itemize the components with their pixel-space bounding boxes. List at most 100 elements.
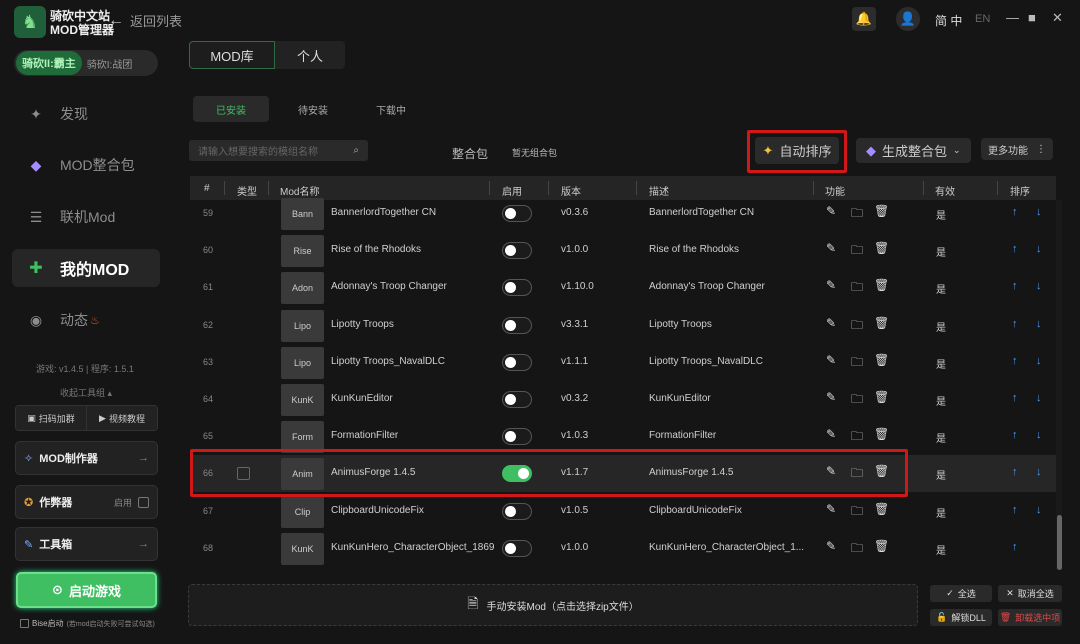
folder-icon[interactable]: 🗀 — [851, 390, 863, 411]
edit-icon[interactable]: ✎ — [826, 539, 836, 553]
move-up-icon[interactable]: ↑ — [1012, 541, 1018, 553]
move-down-icon[interactable]: ↓ — [1036, 466, 1042, 478]
table-row[interactable]: 62 Lipo Lipotty Troops v3.3.1 Lipotty Troops… — [190, 307, 1056, 344]
move-down-icon[interactable]: ↓ — [1036, 355, 1042, 367]
enable-toggle[interactable] — [502, 428, 532, 446]
avatar-icon[interactable]: 👤 — [896, 7, 920, 31]
search-input[interactable]: 请输入想要搜索的模组名称 ⌕ — [189, 140, 368, 161]
move-up-icon[interactable]: ↑ — [1012, 392, 1018, 404]
trash-icon[interactable]: 🗑 — [874, 539, 889, 553]
game-tab-bannerlord[interactable]: 骑砍II:霸主 — [16, 51, 82, 75]
scan-button[interactable]: ▣ 扫码加群 — [16, 406, 86, 430]
enable-toggle[interactable] — [502, 279, 532, 297]
game-tab-warband[interactable]: 骑砍I:战团 — [82, 56, 133, 71]
table-row[interactable]: 61 Adon Adonnay's Troop Changer v1.10.0 Adon… — [190, 269, 1056, 306]
move-up-icon[interactable]: ↑ — [1012, 318, 1018, 330]
folder-icon[interactable]: 🗀 — [851, 278, 863, 299]
move-up-icon[interactable]: ↑ — [1012, 243, 1018, 255]
bise-option[interactable]: Bise启动 (若mod启动失败可尝试勾选) — [20, 618, 155, 629]
edit-icon[interactable]: ✎ — [826, 241, 836, 255]
move-down-icon[interactable]: ↓ — [1036, 243, 1042, 255]
trash-icon[interactable]: 🗑 — [874, 316, 889, 330]
trash-icon[interactable]: 🗑 — [874, 353, 889, 367]
move-up-icon[interactable]: ↑ — [1012, 466, 1018, 478]
move-down-icon[interactable]: ↓ — [1036, 318, 1042, 330]
lang-cn[interactable]: 简 中 — [935, 12, 962, 29]
tab-installed[interactable]: 已安装 — [193, 96, 269, 122]
select-all-button[interactable]: ✓ 全选 — [930, 585, 992, 602]
folder-icon[interactable]: 🗀 — [851, 316, 863, 337]
cheat-checkbox[interactable] — [138, 496, 149, 508]
tab-pending[interactable]: 待安装 — [275, 96, 351, 122]
table-row[interactable]: 59 Bann BannerlordTogether CN v0.3.6 Bannerl… — [190, 195, 1056, 232]
mod-maker-button[interactable]: ✧ MOD制作器 → — [15, 441, 158, 475]
minimize-icon[interactable]: — — [1006, 10, 1019, 25]
scrollbar-thumb[interactable] — [1057, 515, 1062, 570]
table-row[interactable]: 64 KunK KunKunEditor v0.3.2 KunKunEditor ✎ 🗀 🗑 是… — [190, 381, 1056, 418]
folder-icon[interactable]: 🗀 — [851, 539, 863, 560]
trash-icon[interactable]: 🗑 — [874, 502, 889, 516]
folder-icon[interactable]: 🗀 — [851, 241, 863, 262]
table-row[interactable]: 63 Lipo Lipotty Troops_NavalDLC v1.1.1 Lipot… — [190, 344, 1056, 381]
trash-icon[interactable]: 🗑 — [874, 427, 889, 441]
collapse-tools[interactable]: 收起工具组 ▴ — [60, 386, 112, 399]
edit-icon[interactable]: ✎ — [826, 278, 836, 292]
move-up-icon[interactable]: ↑ — [1012, 429, 1018, 441]
folder-icon[interactable]: 🗀 — [851, 204, 863, 225]
trash-icon[interactable]: 🗑 — [874, 204, 889, 218]
table-row[interactable]: 60 Rise Rise of the Rhodoks v1.0.0 Rise of t… — [190, 232, 1056, 269]
start-game-button[interactable]: ⊙ 启动游戏 — [16, 572, 157, 608]
table-row[interactable]: 67 Clip ClipboardUnicodeFix v1.0.5 Clipboard… — [190, 493, 1056, 530]
table-row[interactable]: 68 KunK KunKunHero_CharacterObject_1869 v1.… — [190, 530, 1056, 567]
nav-discover[interactable]: ✦ 发现 — [12, 95, 160, 133]
auto-sort-button[interactable]: ✦ 自动排序 — [755, 137, 839, 164]
edit-icon[interactable]: ✎ — [826, 316, 836, 330]
game-switch[interactable]: 骑砍II:霸主 骑砍I:战团 — [14, 50, 158, 76]
trash-icon[interactable]: 🗑 — [874, 241, 889, 255]
move-down-icon[interactable]: ↓ — [1036, 504, 1042, 516]
uninstall-selected-button[interactable]: 🗑 卸载选中项 — [998, 609, 1062, 626]
move-down-icon[interactable]: ↓ — [1036, 280, 1042, 292]
enable-toggle[interactable] — [502, 539, 532, 557]
tab-personal[interactable]: 个人 — [275, 41, 345, 69]
folder-icon[interactable]: 🗀 — [851, 502, 863, 523]
bise-checkbox[interactable] — [20, 619, 29, 628]
tab-downloading[interactable]: 下载中 — [353, 96, 429, 122]
nav-news[interactable]: ◉ 动态 ♨ — [12, 301, 160, 339]
enable-toggle[interactable] — [502, 502, 532, 520]
enable-toggle[interactable] — [502, 205, 532, 222]
cheat-card[interactable]: ✪ 作弊器 启用 — [15, 485, 158, 519]
enable-toggle[interactable] — [502, 242, 532, 260]
move-up-icon[interactable]: ↑ — [1012, 280, 1018, 292]
manual-install-dropzone[interactable]: 🗎 手动安装Mod（点击选择zip文件） — [188, 584, 918, 626]
nav-my-mod[interactable]: ✚ 我的MOD — [12, 249, 160, 287]
trash-icon[interactable]: 🗑 — [874, 278, 889, 292]
edit-icon[interactable]: ✎ — [826, 427, 836, 441]
edit-icon[interactable]: ✎ — [826, 390, 836, 404]
move-up-icon[interactable]: ↑ — [1012, 504, 1018, 516]
nav-modpack[interactable]: ◆ MOD整合包 — [12, 146, 160, 184]
maximize-icon[interactable]: ■ — [1028, 10, 1036, 25]
move-down-icon[interactable]: ↓ — [1036, 392, 1042, 404]
folder-icon[interactable]: 🗀 — [851, 353, 863, 374]
more-button[interactable]: 更多功能 ⋮ — [981, 138, 1053, 160]
toolbox-button[interactable]: ✎ 工具箱 → — [15, 527, 158, 561]
unlock-dll-button[interactable]: 🔓 解锁DLL — [930, 609, 992, 626]
move-up-icon[interactable]: ↑ — [1012, 206, 1018, 218]
deselect-all-button[interactable]: ✕ 取消全选 — [998, 585, 1062, 602]
search-icon[interactable]: ⌕ — [353, 145, 359, 156]
generate-pack-button[interactable]: ◆ 生成整合包 ⌄ — [856, 138, 971, 163]
enable-toggle[interactable] — [502, 353, 532, 371]
back-button[interactable]: ← 返回列表 — [108, 11, 182, 30]
close-icon[interactable]: ✕ — [1052, 10, 1063, 26]
tab-mod-library[interactable]: MOD库 — [189, 41, 275, 69]
enable-toggle[interactable] — [502, 316, 532, 334]
bell-icon[interactable]: 🔔 — [852, 7, 876, 31]
move-down-icon[interactable]: ↓ — [1036, 429, 1042, 441]
move-down-icon[interactable]: ↓ — [1036, 206, 1042, 218]
folder-icon[interactable]: 🗀 — [851, 427, 863, 448]
edit-icon[interactable]: ✎ — [826, 502, 836, 516]
edit-icon[interactable]: ✎ — [826, 204, 836, 218]
move-up-icon[interactable]: ↑ — [1012, 355, 1018, 367]
trash-icon[interactable]: 🗑 — [874, 390, 889, 404]
